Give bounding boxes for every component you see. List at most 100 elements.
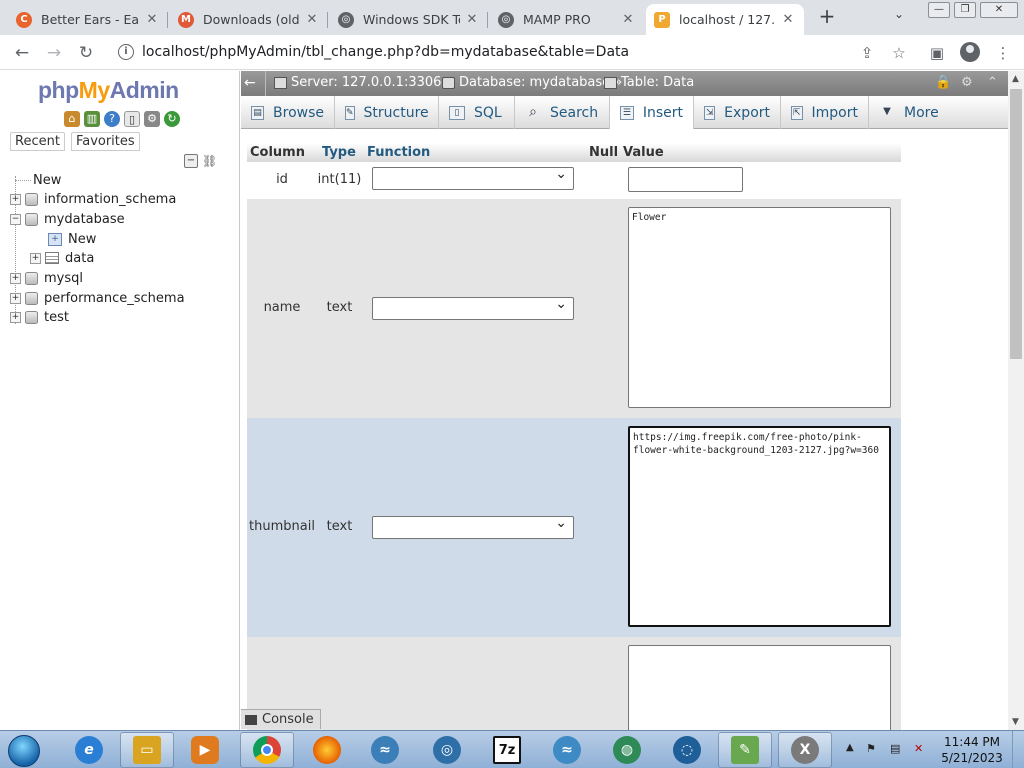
breadcrumb-table[interactable]: Table: Data (604, 75, 694, 90)
page-scrollbar[interactable]: ▲ ▼ (1008, 71, 1024, 730)
favorites-tab[interactable]: Favorites (70, 132, 140, 151)
expand-icon[interactable]: + (10, 193, 21, 205)
tab-search[interactable]: ⌕ Search (515, 96, 610, 129)
tree-item-data-table[interactable]: + data (30, 248, 94, 268)
system-clock[interactable]: 11:44 PM 5/21/2023 (940, 734, 1004, 766)
tree-item-new[interactable]: New (15, 170, 61, 190)
phpmyadmin-logo[interactable]: phpMyAdmin (38, 77, 179, 104)
close-icon[interactable]: ✕ (620, 12, 636, 27)
new-tab-button[interactable]: + (816, 5, 838, 27)
link-with-main-icon[interactable]: ⛓ (202, 154, 217, 168)
expand-icon[interactable]: + (10, 311, 21, 323)
tab-browse[interactable]: ▤ Browse (241, 96, 335, 129)
firefox-icon[interactable] (300, 732, 354, 768)
header-type[interactable]: Type (322, 145, 356, 160)
address-bar[interactable]: localhost/phpMyAdmin/tbl_change.php?db=m… (142, 44, 629, 60)
volume-muted-icon[interactable]: ✕ (914, 742, 928, 756)
breadcrumb-database[interactable]: Database: mydatabase » (442, 75, 622, 90)
collapse-nav-arrow-icon[interactable]: ← (244, 73, 260, 93)
start-button[interactable] (4, 733, 44, 767)
forward-button[interactable]: → (42, 41, 66, 65)
tab-downloads[interactable]: M Downloads (older ✕ (170, 4, 328, 35)
tree-item-test[interactable]: + test (10, 307, 69, 327)
gear-icon[interactable]: ⚙ (144, 111, 160, 127)
notepad-plus-plus-icon[interactable]: ✎ (718, 732, 772, 768)
tree-item-mysql[interactable]: + mysql (10, 268, 83, 288)
tree-item-new-table[interactable]: + New (48, 229, 96, 249)
value-input-id[interactable] (628, 167, 743, 192)
home-icon[interactable]: ⌂ (64, 111, 80, 127)
close-icon[interactable]: ✕ (464, 12, 480, 27)
tab-sql[interactable]: ▯ SQL (439, 96, 515, 129)
minimize-button[interactable]: — (928, 2, 950, 18)
reload-nav-icon[interactable]: ↻ (164, 111, 180, 127)
show-desktop-button[interactable] (1012, 731, 1024, 768)
tab-search-chevron-icon[interactable]: ⌄ (894, 7, 904, 21)
7zip-icon[interactable]: 7z (480, 732, 534, 768)
xampp-icon[interactable]: X (778, 732, 832, 768)
scroll-thumb[interactable] (1010, 89, 1022, 359)
value-textarea-name[interactable]: Flower (628, 207, 891, 408)
close-icon[interactable]: ✕ (304, 12, 320, 27)
scroll-down-arrow-icon[interactable]: ▼ (1012, 717, 1019, 727)
tab-better-ears[interactable]: C Better Ears - Ear Tr ✕ (8, 4, 168, 35)
site-info-icon[interactable]: i (118, 44, 134, 60)
collapse-icon[interactable]: − (10, 213, 21, 225)
tab-import[interactable]: ⇱ Import (781, 96, 869, 129)
side-panel-icon[interactable]: ▣ (926, 42, 948, 64)
file-explorer-icon[interactable]: ▭ (120, 732, 174, 768)
value-textarea-next[interactable] (628, 645, 891, 730)
mysql-dolphin-icon[interactable]: ≈ (540, 732, 594, 768)
expand-icon[interactable]: + (10, 272, 21, 284)
media-player-icon[interactable]: ▶ (178, 732, 232, 768)
console-toggle[interactable]: Console (241, 709, 321, 729)
internet-explorer-icon[interactable]: e (62, 732, 116, 768)
chrome-icon[interactable] (240, 732, 294, 768)
function-select[interactable] (372, 515, 574, 539)
tab-localhost[interactable]: P localhost / 127.0.0 ✕ (646, 4, 804, 35)
tree-item-mydatabase[interactable]: − mydatabase (10, 209, 125, 229)
mysql-workbench-icon[interactable]: ≈ (358, 732, 412, 768)
help-icon[interactable]: ? (104, 111, 120, 127)
tab-mamp-pro[interactable]: ◎ MAMP PRO ✕ (490, 4, 644, 35)
network-icon[interactable]: ▤ (890, 742, 904, 756)
close-icon[interactable]: ✕ (780, 12, 796, 27)
logout-icon[interactable]: ▥ (84, 111, 100, 127)
window-close-button[interactable]: ✕ (980, 2, 1018, 18)
share-icon[interactable]: ⇪ (856, 42, 878, 64)
expand-icon[interactable]: + (30, 252, 41, 264)
expand-icon[interactable]: + (10, 292, 21, 304)
collapse-all-icon[interactable]: − (184, 154, 198, 168)
tab-windows-sdk[interactable]: ◎ Windows SDK Too ✕ (330, 4, 488, 35)
maximize-button[interactable]: ❐ (954, 2, 976, 18)
tray-expand-icon[interactable]: ▲ (846, 742, 854, 753)
tree-item-information-schema[interactable]: + information_schema (10, 189, 176, 209)
settings-gear-icon[interactable]: ⚙ (961, 75, 973, 90)
header-function[interactable]: Function (367, 145, 430, 160)
tree-item-performance-schema[interactable]: + performance_schema (10, 288, 185, 308)
close-icon[interactable]: ✕ (144, 12, 160, 27)
reload-button[interactable]: ↻ (74, 41, 98, 65)
tab-structure[interactable]: ✎ Structure (335, 96, 439, 129)
bookmark-star-icon[interactable]: ☆ (888, 42, 910, 64)
menu-kebab-icon[interactable]: ⋮ (992, 42, 1014, 64)
tab-insert[interactable]: ☰ Insert (610, 96, 694, 129)
profile-avatar[interactable] (960, 42, 980, 62)
tab-more[interactable]: ▼ More (869, 96, 949, 129)
value-textarea-thumbnail[interactable]: https://img.freepik.com/free-photo/pink-… (628, 426, 891, 627)
tab-export[interactable]: ⇲ Export (694, 96, 781, 129)
logo-admin: Admin (109, 77, 180, 103)
function-select[interactable] (372, 296, 574, 320)
recent-tab[interactable]: Recent (10, 132, 65, 151)
lock-icon[interactable]: 🔒 (935, 75, 951, 90)
flag-icon[interactable]: ⚑ (866, 742, 880, 756)
back-button[interactable]: ← (10, 41, 34, 65)
network-tool-icon[interactable]: ◎ (420, 732, 474, 768)
network-globe-icon[interactable]: ◌ (660, 732, 714, 768)
collapse-menu-icon[interactable]: ⌃ (987, 75, 998, 90)
docs-icon[interactable]: ▯ (124, 111, 140, 127)
scroll-up-arrow-icon[interactable]: ▲ (1012, 74, 1019, 84)
function-select[interactable] (372, 166, 574, 190)
breadcrumb-server[interactable]: Server: 127.0.0.1:3306 » (274, 75, 454, 90)
globe-tool-icon[interactable]: ◍ (600, 732, 654, 768)
